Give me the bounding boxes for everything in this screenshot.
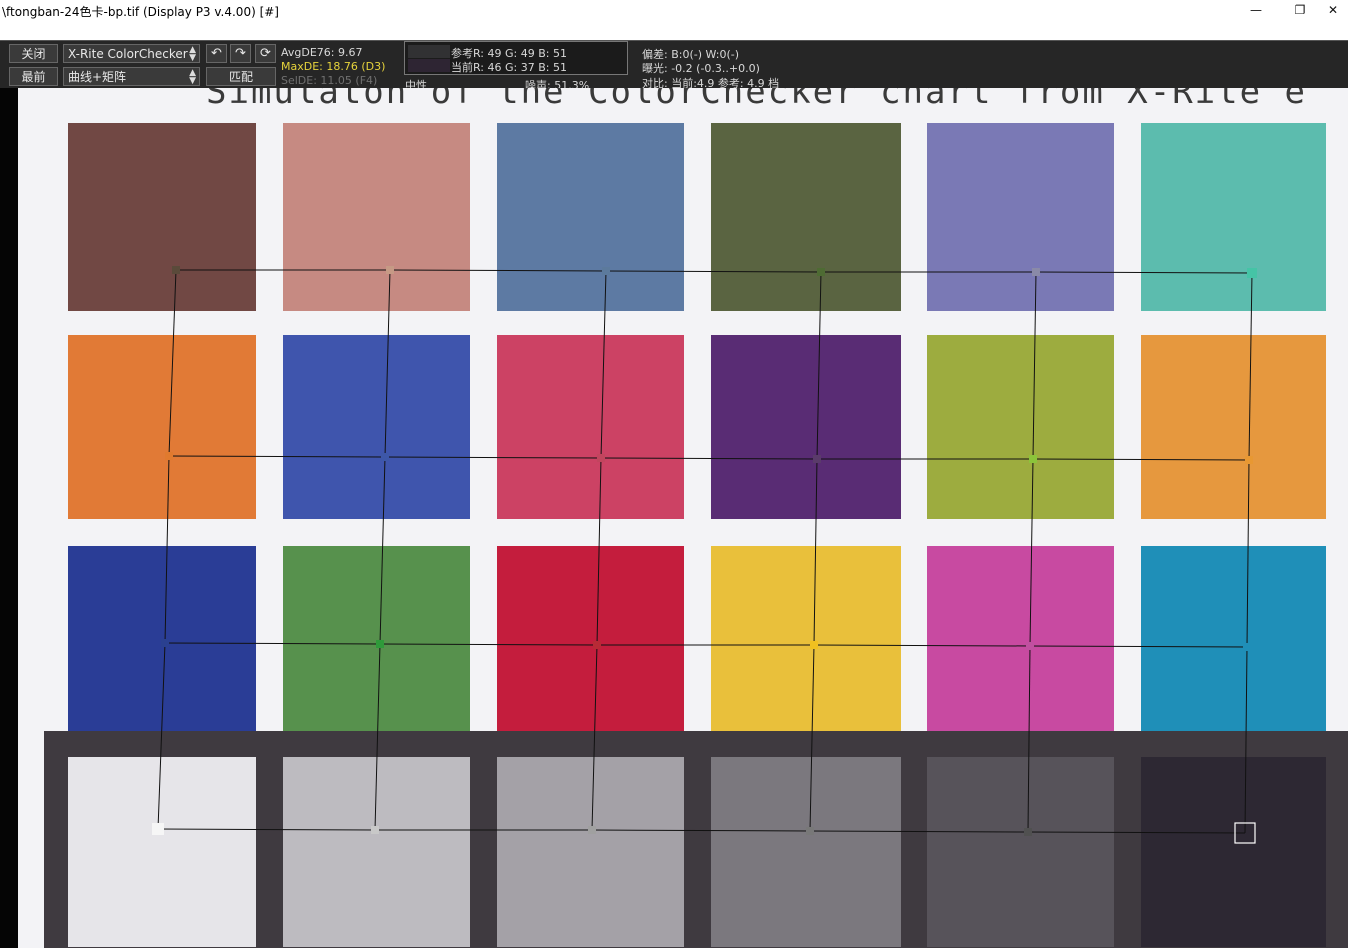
grid-marker[interactable]	[1024, 828, 1032, 836]
grid-marker[interactable]	[1026, 642, 1034, 650]
grid-marker[interactable]	[165, 452, 173, 460]
bring-to-front-button[interactable]: 最前	[9, 67, 58, 86]
close-icon: ✕	[1327, 3, 1339, 17]
grid-marker[interactable]	[1245, 456, 1253, 464]
sel-de-value: SelDE: 11.05 (F4)	[281, 74, 378, 87]
grid-marker[interactable]	[593, 641, 601, 649]
restore-button[interactable]: ❐	[1278, 0, 1322, 20]
grid-line	[1032, 458, 1250, 461]
grid-line	[809, 830, 1029, 833]
grid-line	[596, 457, 602, 646]
redo-icon: ↷	[235, 46, 246, 61]
grid-line	[379, 643, 598, 646]
chart-type-value: X-Rite ColorChecker	[68, 46, 188, 61]
current-rgb: 当前R: 46 G: 37 B: 51	[451, 61, 567, 74]
refresh-icon: ⟳	[260, 46, 271, 61]
reference-color-swatch	[408, 45, 450, 58]
window-title: \ftongban-24色卡-bp.tif (Display P3 v.4.00…	[2, 5, 279, 19]
grid-line	[1244, 646, 1248, 834]
grid-line	[384, 456, 602, 459]
close-button[interactable]: 关闭	[9, 44, 58, 63]
max-de-value: MaxDE: 18.76 (D3)	[281, 60, 386, 73]
grid-line	[157, 642, 166, 830]
grid-marker[interactable]	[161, 639, 169, 647]
refresh-button[interactable]: ⟳	[255, 44, 276, 63]
grid-marker[interactable]	[588, 826, 596, 834]
grid-line	[379, 456, 386, 645]
minimize-icon: —	[1250, 3, 1262, 17]
grid-marker[interactable]	[386, 266, 394, 274]
grid-marker[interactable]	[813, 455, 821, 463]
grid-line	[1248, 272, 1253, 461]
redo-button[interactable]: ↷	[230, 44, 251, 63]
chart-type-select[interactable]: X-Rite ColorChecker ▲ ▼	[63, 44, 200, 63]
grid-line	[164, 455, 170, 644]
grid-marker[interactable]	[1032, 268, 1040, 276]
grid-marker[interactable]	[810, 641, 818, 649]
grid-line	[384, 269, 391, 458]
grid-line	[1035, 271, 1253, 274]
grid-marker[interactable]	[806, 827, 814, 835]
window-titlebar: \ftongban-24色卡-bp.tif (Display P3 v.4.00…	[0, 0, 1348, 20]
title-gap	[0, 20, 1348, 40]
undo-icon: ↶	[211, 46, 222, 61]
grid-line	[813, 644, 1031, 647]
grid-line	[389, 269, 607, 272]
grid-line	[1027, 645, 1031, 833]
grid-marker[interactable]	[1029, 455, 1037, 463]
grid-marker[interactable]	[172, 266, 180, 274]
image-canvas[interactable]: Simulaton of the ColorChecker chart from…	[0, 88, 1348, 948]
grid-line	[1029, 645, 1248, 648]
profile-mode-select[interactable]: 曲线+矩阵 ▲ ▼	[63, 67, 200, 86]
grid-marker[interactable]	[1247, 268, 1257, 278]
alignment-grid-overlay[interactable]	[0, 88, 1348, 948]
grid-line	[374, 643, 381, 831]
grid-marker[interactable]	[597, 454, 605, 462]
grid-line	[168, 269, 177, 457]
select-arrows-icon: ▲ ▼	[189, 68, 196, 86]
grid-line	[591, 829, 811, 832]
restore-icon: ❐	[1294, 3, 1306, 17]
grid-line	[1032, 271, 1037, 460]
grid-line	[1246, 459, 1250, 648]
grid-line	[164, 642, 381, 645]
grid-line	[816, 271, 822, 460]
undo-button[interactable]: ↶	[206, 44, 227, 63]
grid-line	[168, 455, 386, 458]
grid-line	[600, 457, 818, 460]
grid-line	[1027, 831, 1246, 834]
grid-line	[605, 270, 822, 273]
profile-mode-value: 曲线+矩阵	[68, 70, 127, 84]
grid-line	[1029, 458, 1034, 647]
calibration-toolbar: 关闭 最前 X-Rite ColorChecker ▲ ▼ 曲线+矩阵 ▲ ▼ ↶ …	[0, 40, 1348, 92]
grid-line	[600, 270, 607, 459]
grid-marker[interactable]	[371, 826, 379, 834]
grid-line	[157, 828, 376, 831]
current-color-swatch	[408, 59, 450, 72]
grid-line	[809, 644, 815, 832]
grid-marker[interactable]	[376, 640, 384, 648]
close-window-button[interactable]: ✕	[1318, 0, 1348, 20]
grid-marker[interactable]	[602, 267, 610, 275]
exposure-value: 曝光: -0.2 (-0.3..+0.0)	[642, 62, 760, 75]
grid-line	[813, 458, 818, 646]
minimize-button[interactable]: —	[1234, 0, 1278, 20]
match-button[interactable]: 匹配	[206, 67, 276, 86]
rgb-readout-panel: 参考R: 49 G: 49 B: 51 当前R: 46 G: 37 B: 51	[404, 41, 628, 75]
grid-marker[interactable]	[152, 823, 164, 835]
avg-de-value: AvgDE76: 9.67	[281, 46, 363, 59]
grid-marker[interactable]	[817, 268, 825, 276]
select-arrows-icon: ▲ ▼	[189, 45, 196, 63]
grid-marker[interactable]	[381, 453, 389, 461]
grid-marker[interactable]	[1243, 643, 1251, 651]
grid-line	[591, 644, 598, 831]
